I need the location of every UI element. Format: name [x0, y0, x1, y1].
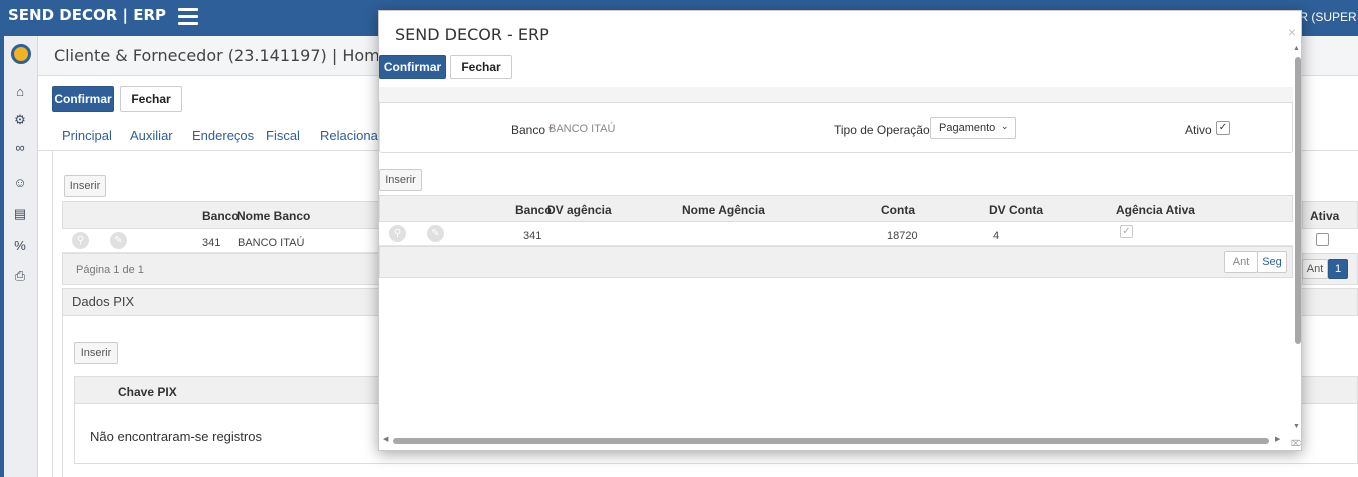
- pager-prev-button[interactable]: Ant: [1302, 259, 1328, 279]
- operation-type-select[interactable]: Pagamento ⌄: [930, 117, 1016, 139]
- bank-label: Banco *: [511, 123, 553, 137]
- resize-grip-icon[interactable]: ⌦: [1291, 439, 1301, 448]
- column-header-agencia-ativa: Agência Ativa: [1116, 203, 1195, 217]
- confirm-button[interactable]: Confirmar: [52, 86, 114, 112]
- active-label: Ativo: [1185, 123, 1212, 137]
- table-row[interactable]: [379, 222, 1293, 246]
- users-icon[interactable]: ☺: [6, 175, 34, 195]
- home-icon[interactable]: ⌂: [6, 84, 34, 104]
- modal-title: SEND DECOR - ERP: [395, 25, 549, 44]
- close-button[interactable]: Fechar: [120, 86, 182, 112]
- active-checkbox[interactable]: ✓: [1216, 121, 1230, 135]
- scroll-right-icon[interactable]: ▶: [1275, 435, 1280, 443]
- active-checkbox[interactable]: [1316, 233, 1329, 246]
- cell-conta: 18720: [887, 230, 918, 242]
- column-header-nome-agencia: Nome Agência: [682, 203, 765, 217]
- menu-toggle-icon[interactable]: [178, 8, 198, 26]
- app-brand[interactable]: SEND DECOR | ERP: [8, 6, 166, 24]
- modal-table-footer: [379, 246, 1293, 278]
- column-header-dv-conta: DV Conta: [989, 203, 1043, 217]
- sidebar-accent: [0, 36, 4, 477]
- scroll-down-icon[interactable]: ▼: [1293, 423, 1300, 430]
- cell-nome-banco: BANCO ITAÚ: [238, 237, 305, 249]
- column-header-dv-agencia: DV agência: [547, 203, 612, 217]
- modal-form-header-strip: [379, 87, 1293, 103]
- cell-banco: 341: [523, 230, 542, 242]
- insert-bank-button[interactable]: Inserir: [64, 175, 106, 197]
- operation-type-value: Pagamento: [939, 122, 996, 134]
- pager-page-button[interactable]: 1: [1328, 259, 1348, 279]
- pager-prev-button[interactable]: Ant: [1224, 251, 1258, 273]
- column-header-nome-banco: Nome Banco: [237, 209, 311, 223]
- tab-enderecos[interactable]: Endereços: [192, 128, 254, 143]
- pix-empty-message: Não encontraram-se registros: [90, 429, 262, 444]
- edit-icon[interactable]: ✎: [427, 225, 444, 242]
- view-icon[interactable]: ⚲: [389, 225, 406, 242]
- column-header-chave-pix: Chave PIX: [118, 385, 177, 399]
- column-header-conta: Conta: [881, 203, 915, 217]
- operation-type-label: Tipo de Operação: [834, 123, 930, 137]
- print-icon[interactable]: ⎙: [6, 268, 34, 288]
- settings-icon[interactable]: ⚙: [6, 112, 34, 132]
- edit-icon[interactable]: ✎: [110, 232, 127, 249]
- pagination-info: Página 1 de 1: [76, 264, 144, 276]
- pager-next-button[interactable]: Seg: [1257, 251, 1287, 273]
- chevron-down-icon: ⌄: [1001, 121, 1009, 131]
- column-header-ativa: Ativa: [1310, 209, 1340, 223]
- bank-label-text: Banco: [511, 123, 546, 137]
- logo-icon: [11, 44, 31, 64]
- pix-section-title: Dados PIX: [72, 294, 135, 309]
- cell-dv-conta: 4: [993, 230, 1000, 242]
- scroll-left-icon[interactable]: ◀: [383, 435, 388, 443]
- horizontal-scrollbar-thumb[interactable]: [393, 438, 1269, 444]
- handshake-icon[interactable]: ∞: [6, 140, 34, 160]
- modal-confirm-button[interactable]: Confirmar: [379, 55, 446, 79]
- cell-banco: 341: [202, 237, 221, 249]
- insert-pix-button[interactable]: Inserir: [74, 342, 118, 364]
- percent-icon[interactable]: %: [6, 238, 34, 258]
- tab-auxiliar[interactable]: Auxiliar: [130, 128, 173, 143]
- tab-fiscal[interactable]: Fiscal: [266, 128, 300, 143]
- view-icon[interactable]: ⚲: [72, 232, 89, 249]
- vertical-scrollbar-thumb[interactable]: [1295, 57, 1301, 344]
- bank-icon[interactable]: ▤: [6, 206, 34, 226]
- scroll-up-icon[interactable]: ▲: [1293, 45, 1300, 52]
- close-icon[interactable]: ×: [1288, 24, 1296, 40]
- tab-principal[interactable]: Principal: [62, 128, 112, 143]
- bank-value: BANCO ITAÚ: [549, 123, 616, 135]
- modal-dialog: SEND DECOR - ERP × Confirmar Fechar Banc…: [378, 10, 1302, 451]
- modal-insert-button[interactable]: Inserir: [379, 169, 422, 191]
- agency-active-checkbox: ✓: [1120, 225, 1133, 238]
- modal-close-button[interactable]: Fechar: [450, 55, 512, 79]
- column-header-banco: Banco: [202, 209, 239, 223]
